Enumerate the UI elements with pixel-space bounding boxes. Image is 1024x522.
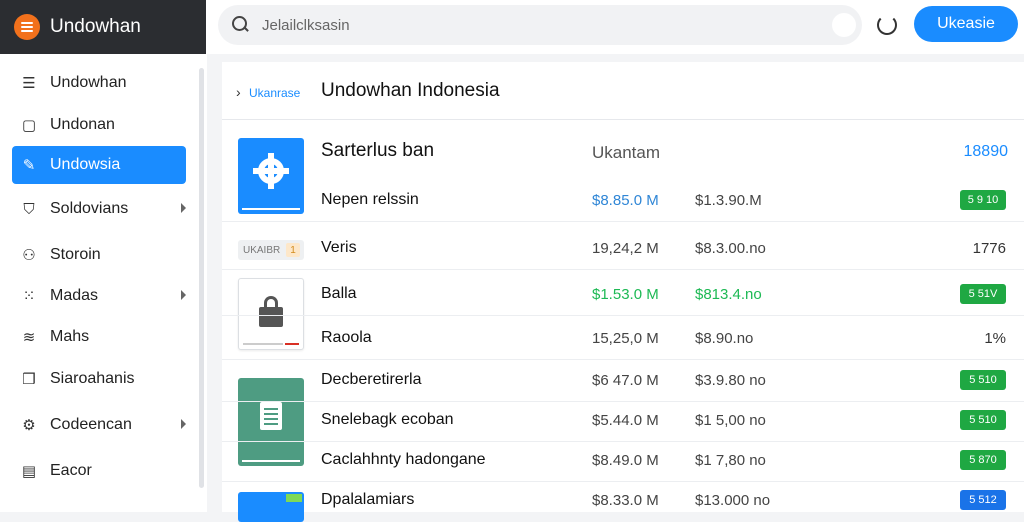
row-name: Nepen relssin [321, 191, 419, 208]
row-name: Dpalalamiars [321, 491, 415, 508]
row-amount: $8.33.0 M [592, 492, 659, 509]
row-value: $13.000 no [695, 492, 771, 509]
row-amount: $6 47.0 M [592, 372, 659, 389]
brand[interactable]: Undowhan [0, 0, 206, 54]
user-icon: ⚇ [22, 247, 36, 264]
column-header-amount: Ukantam [592, 143, 661, 162]
refresh-icon[interactable] [877, 15, 897, 35]
menu-logo-icon [14, 14, 40, 40]
sidebar-item[interactable]: ⛉ Soldovians [12, 190, 186, 228]
table-row[interactable]: Snelebagk ecoban $5.44.0 M $1 5,00 no 5 510 [222, 398, 1024, 442]
breadcrumb[interactable]: Ukanrase [249, 86, 300, 100]
sidebar-item-label: Undowsia [50, 156, 121, 173]
table-row[interactable]: Decberetirerla $6 47.0 M $3.9.80 no 5 510 [222, 358, 1024, 402]
grid-icon: ⁙ [22, 288, 36, 305]
status-badge[interactable]: 5 512 [960, 490, 1006, 510]
status-badge[interactable]: 5 510 [960, 410, 1006, 430]
row-amount: 19,24,2 M [592, 240, 659, 257]
table-row[interactable]: Caclahhnty hadongane $8.49.0 M $1 7,80 no 5… [222, 438, 1024, 482]
search-input[interactable] [262, 16, 822, 34]
status-badge[interactable]: 5 510 [960, 370, 1006, 390]
primary-action-button[interactable]: Ukeasie [914, 6, 1018, 42]
table-header: Sarterlus ban Ukantam 18890 [222, 140, 1024, 170]
table-row[interactable]: Veris 19,24,2 M $8.3.00.no 1776 [222, 226, 1024, 270]
row-name: Decberetirerla [321, 371, 422, 388]
row-value: $8.90.no [695, 330, 754, 347]
sidebar-item-label: Soldovians [50, 200, 129, 217]
sidebar-item[interactable]: ⁙ Madas [12, 277, 186, 315]
pencil-icon: ✎ [22, 157, 36, 174]
divider [222, 119, 1024, 120]
table-row[interactable]: Raoola 15,25,0 M $8.90.no 1% [222, 316, 1024, 360]
column-header-right[interactable]: 18890 [964, 143, 1009, 161]
chevron-right-icon[interactable] [181, 290, 186, 300]
sidebar-item[interactable]: ≋ Mahs [12, 318, 186, 356]
chevron-right-icon[interactable] [181, 419, 186, 429]
row-amount: $8.49.0 M [592, 452, 659, 469]
page-title: Undowhan Indonesia [321, 80, 500, 101]
row-count: 1776 [972, 240, 1006, 257]
square-icon: ▢ [21, 117, 37, 134]
sidebar-item[interactable]: ⚙ Codeencan [12, 406, 186, 444]
row-name: Balla [321, 285, 357, 302]
list-icon: ☰ [22, 75, 36, 92]
sidebar-item[interactable]: ❒ Siaroahanis [12, 360, 186, 398]
status-badge[interactable]: 5 51V [960, 284, 1006, 304]
search-icon [232, 16, 250, 34]
app-name: Undowhan [50, 16, 141, 37]
sidebar-item-label: Siaroahanis [50, 370, 135, 387]
row-value: $1.3.90.M [695, 192, 762, 209]
main-panel: › Ukanrase Undowhan Indonesia Sarterlus … [222, 62, 1024, 522]
sidebar-scrollbar[interactable] [199, 68, 204, 488]
table-row[interactable]: Balla $1.53.0 M $813.4.no 5 51V [222, 272, 1024, 316]
gear-icon: ⚙ [22, 417, 36, 434]
sidebar-item[interactable]: ✎ Undowsia [12, 146, 186, 184]
row-name: Raoola [321, 329, 372, 346]
table-row[interactable]: Nepen relssin $8.85.0 M $1.3.90.M 5 9 10 [222, 178, 1024, 222]
sidebar-item[interactable]: ▤ Eacor [12, 452, 186, 490]
shield-icon: ⛉ [23, 200, 35, 218]
sidebar-item[interactable]: ▢ Undonan [12, 106, 186, 144]
row-value: $8.3.00.no [695, 240, 766, 257]
sidebar-item-label: Codeencan [50, 416, 132, 433]
sidebar-item-label: Madas [50, 287, 99, 304]
sidebar-item[interactable]: ⚇ Storoin [12, 236, 186, 274]
chevron-right-icon[interactable] [181, 203, 186, 213]
cube-icon: ❒ [22, 371, 36, 388]
folder-icon: ▤ [21, 463, 37, 480]
row-name: Caclahhnty hadongane [321, 451, 486, 468]
row-divider [222, 269, 1024, 270]
row-value: $813.4.no [695, 286, 762, 303]
search-bar[interactable] [218, 5, 862, 45]
row-value: $1 7,80 no [695, 452, 766, 469]
row-name: Snelebagk ecoban [321, 411, 454, 428]
chevron-right-icon: › [236, 84, 241, 100]
row-value: $3.9.80 no [695, 372, 766, 389]
sidebar-item-label: Mahs [50, 328, 90, 345]
sidebar-item[interactable]: ☰ Undowhan [12, 64, 186, 102]
row-amount: $8.85.0 M [592, 192, 659, 209]
status-badge[interactable]: 5 9 10 [960, 190, 1006, 210]
search-toggle[interactable] [832, 13, 856, 37]
row-name: Veris [321, 239, 357, 256]
status-badge[interactable]: 5 870 [960, 450, 1006, 470]
sidebar-item-label: Eacor [50, 462, 92, 479]
row-amount: $1.53.0 M [592, 286, 659, 303]
row-amount: $5.44.0 M [592, 412, 659, 429]
sidebar-item-label: Undowhan [50, 74, 127, 91]
row-amount: 15,25,0 M [592, 330, 659, 347]
table-row[interactable]: Dpalalamiars $8.33.0 M $13.000 no 5 512 [222, 478, 1024, 522]
sidebar-item-label: Storoin [50, 246, 101, 263]
column-header-name: Sarterlus ban [321, 140, 435, 161]
wave-icon: ≋ [22, 329, 36, 346]
row-value: $1 5,00 no [695, 412, 766, 429]
row-divider [222, 221, 1024, 222]
top-bar: Undowhan Ukeasie [0, 0, 1024, 54]
row-count: 1% [984, 330, 1006, 347]
sidebar: ☰ Undowhan ▢ Undonan ✎ Undowsia ⛉ Soldovians ⚇ St… [0, 54, 207, 512]
sidebar-item-label: Undonan [50, 116, 115, 133]
